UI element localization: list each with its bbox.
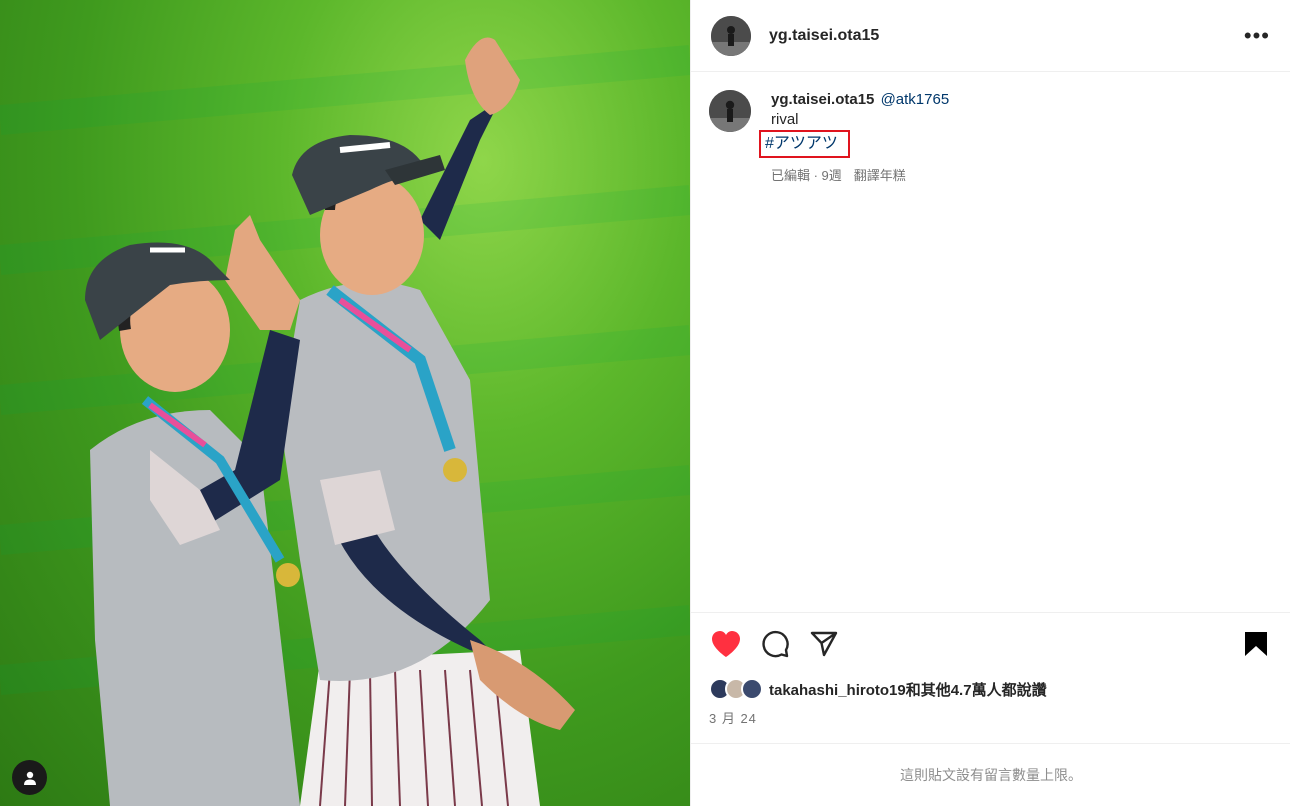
likes-summary[interactable]: takahashi_hiroto19和其他4.7萬人都說讚 [709,678,1273,700]
likes-text[interactable]: takahashi_hiroto19和其他4.7萬人都說讚 [769,679,1047,700]
comment-button[interactable] [758,627,792,661]
author-username[interactable]: yg.taisei.ota15 [769,27,879,45]
caption-username[interactable]: yg.taisei.ota15 [771,91,874,108]
comments-limited-notice: 這則貼文設有留言數量上限。 [691,743,1290,806]
user-tags-button[interactable] [12,760,47,795]
liker-avatar [741,678,763,700]
avatar-image [709,90,751,132]
post-date: 3 月 24 [709,711,757,726]
save-button[interactable] [1239,627,1273,661]
liker-avatars [709,678,763,700]
post-header: yg.taisei.ota15 ••• [691,0,1290,72]
caption-body: yg.taisei.ota15 @atk1765 rival #アツアツ 已編輯… [759,90,950,186]
caption-text: rival [771,111,799,128]
user-icon [23,771,36,785]
caption-meta: 已編輯 · 9週 翻譯年糕 [771,166,949,186]
caption: yg.taisei.ota15 @atk1765 rival #アツアツ 已編輯… [691,72,1290,186]
post-photo[interactable] [0,0,690,806]
bookmark-filled-icon [1245,632,1267,656]
comment-icon [762,630,789,658]
like-button[interactable] [709,627,743,661]
edited-time: 已編輯 · 9週 [771,168,842,183]
hashtag-link[interactable]: #アツアツ [759,130,850,158]
heart-filled-icon [712,631,740,657]
photo-illustration [0,37,690,806]
action-bar: takahashi_hiroto19和其他4.7萬人都說讚 3 月 24 [691,612,1290,727]
share-button[interactable] [807,627,841,661]
avatar-image [711,15,751,56]
more-options-button[interactable]: ••• [1244,24,1270,47]
post-viewer: yg.taisei.ota15 ••• yg.taisei.ota15 @atk… [0,0,1290,806]
mention-link[interactable]: @atk1765 [881,91,950,108]
action-icons [709,613,1273,675]
translate-link[interactable]: 翻譯年糕 [854,168,906,183]
caption-avatar[interactable] [709,90,751,132]
author-avatar[interactable] [711,15,751,56]
post-side-panel: yg.taisei.ota15 ••• yg.taisei.ota15 @atk… [690,0,1290,806]
paper-plane-icon [810,631,838,657]
